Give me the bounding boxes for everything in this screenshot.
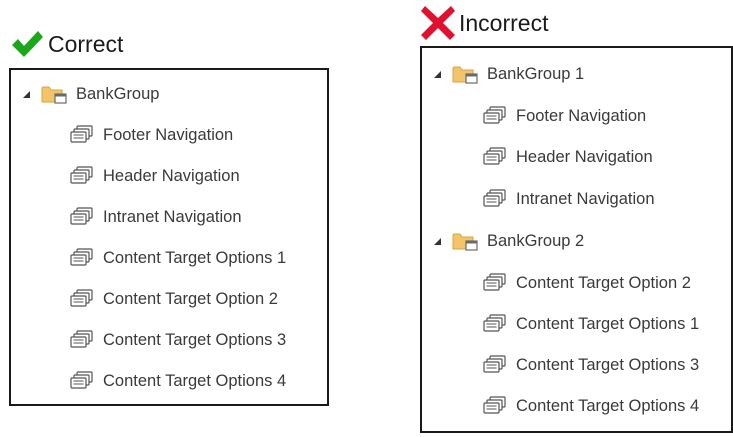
tree-item-row[interactable]: Content Target Option 2: [69, 288, 278, 310]
tree-item-label: Content Target Option 2: [103, 289, 278, 308]
expand-arrow-icon[interactable]: [434, 70, 441, 78]
tree-item-row[interactable]: Header Navigation: [69, 165, 240, 187]
tree-item-label: Content Target Option 2: [516, 273, 691, 292]
tree-item-row[interactable]: Content Target Options 3: [69, 329, 286, 351]
navigation-set-icon: [482, 313, 508, 335]
navigation-set-icon: [482, 354, 508, 376]
tree-item-row[interactable]: Footer Navigation: [482, 105, 646, 127]
tree-item-label: Footer Navigation: [103, 125, 234, 144]
tree-item-row[interactable]: Intranet Navigation: [69, 206, 242, 228]
tree-item-row[interactable]: Intranet Navigation: [482, 188, 655, 210]
tree-group-row[interactable]: BankGroup: [23, 83, 159, 105]
tree-group-row[interactable]: BankGroup 1: [434, 63, 584, 85]
tree-item-label: Content Target Options 4: [103, 371, 287, 390]
navigation-set-icon: [482, 146, 508, 168]
folder-group-icon: [451, 230, 479, 252]
navigation-set-icon: [69, 165, 95, 187]
tree-group-label: BankGroup 1: [487, 64, 585, 83]
navigation-set-icon: [69, 288, 95, 310]
correct-heading-text: Correct: [48, 30, 124, 57]
navigation-set-icon: [482, 272, 508, 294]
tree-item-label: Footer Navigation: [516, 106, 647, 125]
tree-item-row[interactable]: Content Target Options 1: [482, 313, 699, 335]
tree-item-row[interactable]: Content Target Options 4: [482, 395, 699, 417]
tree-item-label: Content Target Options 3: [103, 330, 287, 349]
navigation-set-icon: [69, 124, 95, 146]
tree-item-row[interactable]: Content Target Options 3: [482, 354, 699, 376]
tree-item-label: Intranet Navigation: [516, 189, 655, 208]
tree-group-label: BankGroup 2: [487, 231, 585, 250]
folder-group-icon: [451, 63, 479, 85]
tree-item-label: Header Navigation: [516, 147, 653, 166]
folder-group-icon: [40, 83, 68, 105]
incorrect-tree-panel: BankGroup 1 Footer Navigation Header Nav…: [420, 46, 733, 433]
incorrect-heading-text: Incorrect: [459, 9, 549, 36]
navigation-set-icon: [482, 188, 508, 210]
expand-arrow-icon[interactable]: [23, 90, 30, 98]
expand-arrow-icon[interactable]: [434, 237, 441, 245]
tree-item-row[interactable]: Footer Navigation: [69, 124, 233, 146]
tree-item-row[interactable]: Content Target Options 1: [69, 247, 286, 269]
tree-item-row[interactable]: Content Target Options 4: [69, 370, 286, 392]
cross-icon: [421, 6, 455, 40]
navigation-set-icon: [69, 370, 95, 392]
tree-item-row[interactable]: Header Navigation: [482, 146, 653, 168]
tree-group-row[interactable]: BankGroup 2: [434, 230, 584, 252]
navigation-set-icon: [69, 247, 95, 269]
checkmark-icon: [12, 31, 43, 57]
tree-item-label: Content Target Options 3: [516, 355, 700, 374]
incorrect-heading: Incorrect: [421, 6, 548, 40]
tree-item-row[interactable]: Content Target Option 2: [482, 272, 691, 294]
correct-heading: Correct: [10, 29, 123, 59]
tree-item-label: Content Target Options 1: [516, 314, 700, 333]
navigation-set-icon: [482, 105, 508, 127]
tree-item-label: Header Navigation: [103, 166, 240, 185]
navigation-set-icon: [482, 395, 508, 417]
tree-item-label: Content Target Options 4: [516, 396, 700, 415]
correct-tree-panel: BankGroup Footer Navigation Header Navig…: [9, 68, 329, 406]
tree-group-label: BankGroup: [76, 84, 160, 103]
tree-item-label: Content Target Options 1: [103, 248, 287, 267]
tree-item-label: Intranet Navigation: [103, 207, 242, 226]
navigation-set-icon: [69, 206, 95, 228]
navigation-set-icon: [69, 329, 95, 351]
